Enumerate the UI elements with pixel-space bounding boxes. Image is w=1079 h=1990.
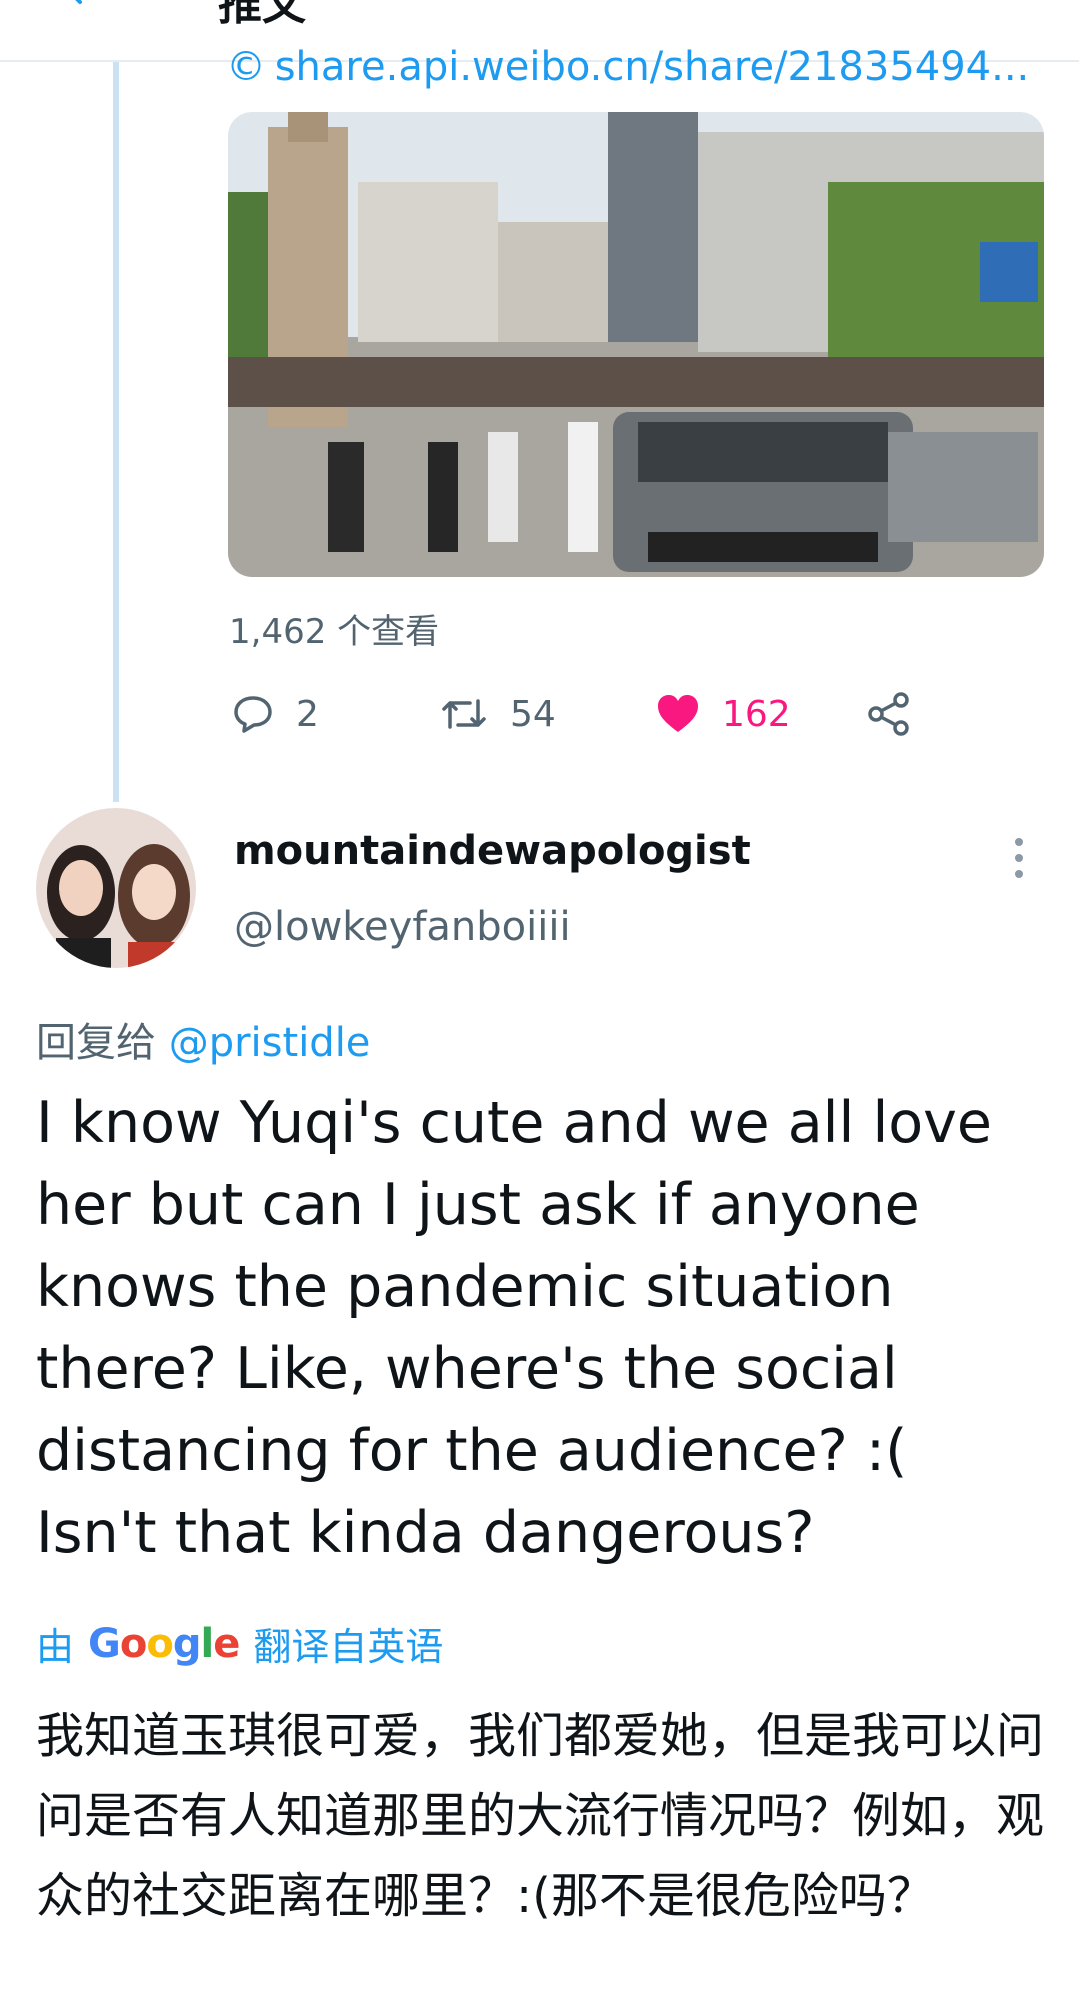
like-button[interactable]: 162 [656, 680, 791, 748]
link-icon: © [226, 44, 266, 90]
reply-to-label: 回复给 [36, 1020, 156, 1066]
share-button[interactable] [866, 680, 934, 748]
display-name[interactable]: mountaindewapologist [234, 828, 751, 874]
more-vertical-icon[interactable] [1006, 834, 1032, 882]
retweet-icon [442, 699, 486, 729]
thread-connector-line [113, 62, 119, 802]
heart-icon [658, 695, 698, 732]
shared-link[interactable]: © share.api.weibo.cn/share/21835494... [226, 44, 1046, 94]
translation-attribution[interactable]: 由 Google 翻译自英语 [36, 1616, 443, 1671]
tweet-actions: 2 54 162 [232, 680, 1032, 748]
retweet-button[interactable]: 54 [440, 680, 556, 748]
back-arrow-icon[interactable] [62, 0, 102, 14]
link-text: share.api.weibo.cn/share/21835494... [274, 44, 1030, 90]
share-icon [868, 692, 909, 736]
tweet-text: I know Yuqi's cute and we all love her b… [36, 1090, 992, 1566]
reply-mention-link[interactable]: @pristidle [169, 1020, 371, 1066]
reply-count: 2 [296, 693, 319, 735]
google-logo: Google [88, 1620, 240, 1667]
translated-tweet-text: 我知道玉琪很可爱，我们都爱她，但是我可以问问是否有人知道那里的大流行情况吗？例如… [36, 1708, 1045, 1924]
reply-to-line: 回复给 @pristidle [36, 1010, 370, 1068]
reply-bubble-icon [234, 696, 272, 733]
like-count: 162 [722, 693, 791, 735]
retweet-count: 54 [510, 693, 556, 735]
translate-suffix: 翻译自英语 [253, 1625, 444, 1669]
reply-button[interactable]: 2 [232, 680, 319, 748]
user-handle[interactable]: @lowkeyfanboiiii [234, 904, 571, 950]
translate-prefix: 由 [36, 1625, 75, 1669]
avatar[interactable] [36, 808, 196, 968]
video-thumbnail[interactable] [228, 112, 1044, 577]
page-title: 推文 [218, 0, 306, 30]
view-count: 1,462 个查看 [229, 612, 440, 652]
